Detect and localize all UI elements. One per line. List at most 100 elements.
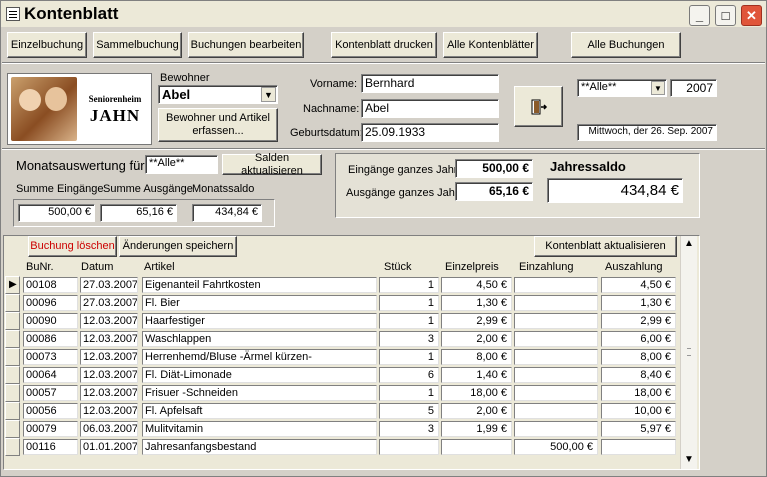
table-cell[interactable] (601, 439, 676, 455)
table-cell[interactable]: 1 (379, 295, 439, 311)
scroll-down-icon[interactable]: ▼ (681, 452, 697, 468)
table-cell[interactable]: 18,00 € (601, 385, 676, 401)
table-cell[interactable]: 1 (379, 385, 439, 401)
row-selector[interactable] (5, 402, 20, 420)
exit-button[interactable] (514, 86, 563, 127)
table-cell[interactable]: 5 (379, 403, 439, 419)
einzelbuchung-button[interactable]: Einzelbuchung (7, 32, 87, 58)
table-cell[interactable]: 27.03.2007 (80, 277, 138, 293)
table-cell[interactable]: 2,99 € (441, 313, 512, 329)
jahr-field[interactable]: 2007 (670, 79, 717, 97)
table-cell[interactable]: 12.03.2007 (80, 403, 138, 419)
close-button[interactable]: ✕ (741, 5, 762, 26)
table-cell[interactable]: 1 (379, 277, 439, 293)
alle-kontenblaetter-button[interactable]: Alle Kontenblätter (443, 32, 538, 58)
kontenblatt-drucken-button[interactable]: Kontenblatt drucken (331, 32, 437, 58)
buchungen-bearbeiten-button[interactable]: Buchungen bearbeiten (188, 32, 304, 58)
minimize-button[interactable]: _ (689, 5, 710, 26)
maximize-button[interactable]: □ (715, 5, 736, 26)
table-cell[interactable]: 18,00 € (441, 385, 512, 401)
table-cell[interactable]: 12.03.2007 (80, 349, 138, 365)
table-cell[interactable]: 4,50 € (441, 277, 512, 293)
table-cell[interactable] (514, 313, 598, 329)
row-selector[interactable] (5, 348, 20, 366)
table-cell[interactable]: 12.03.2007 (80, 331, 138, 347)
chevron-down-icon[interactable]: ▼ (651, 81, 665, 95)
table-cell[interactable] (514, 421, 598, 437)
table-cell[interactable]: 1,30 € (441, 295, 512, 311)
table-cell[interactable]: 00090 (23, 313, 78, 329)
table-cell[interactable]: 1,40 € (441, 367, 512, 383)
row-selector[interactable] (5, 312, 20, 330)
scroll-up-icon[interactable]: ▲ (681, 236, 697, 252)
monat-filter-select[interactable]: **Alle** ▼ (577, 79, 667, 97)
table-cell[interactable]: 500,00 € (514, 439, 598, 455)
table-cell[interactable]: 2,00 € (441, 403, 512, 419)
aenderungen-speichern-button[interactable]: Änderungen speichern (119, 236, 237, 257)
row-selector[interactable] (5, 438, 20, 456)
table-cell[interactable] (514, 385, 598, 401)
table-cell[interactable]: 01.01.2007 (80, 439, 138, 455)
table-cell[interactable]: 1,30 € (601, 295, 676, 311)
table-cell[interactable] (514, 277, 598, 293)
table-cell[interactable]: 00079 (23, 421, 78, 437)
geburtsdatum-field[interactable]: 25.09.1933 (361, 123, 499, 142)
table-cell[interactable]: 00056 (23, 403, 78, 419)
table-cell[interactable] (514, 331, 598, 347)
table-cell[interactable]: 3 (379, 421, 439, 437)
table-cell[interactable]: Fl. Bier (142, 295, 377, 311)
table-cell[interactable]: 1 (379, 313, 439, 329)
table-cell[interactable]: 00108 (23, 277, 78, 293)
scroll-thumb-grip[interactable] (687, 348, 691, 356)
monatsauswertung-field[interactable]: **Alle** (145, 155, 218, 174)
bewohner-erfassen-button[interactable]: Bewohner und Artikel erfassen... (158, 108, 278, 142)
table-cell[interactable]: Frisuer -Schneiden (142, 385, 377, 401)
table-cell[interactable] (514, 367, 598, 383)
table-cell[interactable]: Fl. Diät-Limonade (142, 367, 377, 383)
table-cell[interactable]: 12.03.2007 (80, 367, 138, 383)
table-cell[interactable]: 4,50 € (601, 277, 676, 293)
row-selector[interactable]: ▶ (5, 276, 20, 294)
table-cell[interactable]: 00116 (23, 439, 78, 455)
table-cell[interactable]: 8,00 € (601, 349, 676, 365)
table-cell[interactable]: 2,00 € (441, 331, 512, 347)
table-cell[interactable]: Waschlappen (142, 331, 377, 347)
sammelbuchung-button[interactable]: Sammelbuchung (93, 32, 182, 58)
bewohner-select[interactable]: Abel ▼ (158, 85, 278, 104)
vertical-scrollbar[interactable]: ▲ ▼ (680, 236, 697, 469)
table-cell[interactable]: Jahresanfangsbestand (142, 439, 377, 455)
table-cell[interactable]: 00086 (23, 331, 78, 347)
table-cell[interactable]: 2,99 € (601, 313, 676, 329)
table-cell[interactable]: 00057 (23, 385, 78, 401)
table-cell[interactable]: Haarfestiger (142, 313, 377, 329)
table-cell[interactable]: Mulitvitamin (142, 421, 377, 437)
vorname-field[interactable]: Bernhard (361, 74, 499, 93)
table-cell[interactable]: 27.03.2007 (80, 295, 138, 311)
row-selector[interactable] (5, 366, 20, 384)
nachname-field[interactable]: Abel (361, 99, 499, 118)
salden-aktualisieren-button[interactable]: Salden aktualisieren (222, 152, 322, 177)
table-cell[interactable]: 12.03.2007 (80, 313, 138, 329)
table-cell[interactable]: 00096 (23, 295, 78, 311)
table-cell[interactable]: Herrenhemd/Bluse -Ärmel kürzen- (142, 349, 377, 365)
buchung-loeschen-button[interactable]: Buchung löschen (28, 236, 117, 257)
table-cell[interactable]: 5,97 € (601, 421, 676, 437)
table-cell[interactable] (514, 295, 598, 311)
table-cell[interactable]: 3 (379, 331, 439, 347)
alle-buchungen-button[interactable]: Alle Buchungen (571, 32, 681, 58)
table-cell[interactable]: 00064 (23, 367, 78, 383)
row-selector[interactable] (5, 330, 20, 348)
kontenblatt-aktualisieren-button[interactable]: Kontenblatt aktualisieren (534, 236, 677, 257)
table-cell[interactable]: Fl. Apfelsaft (142, 403, 377, 419)
row-selector[interactable] (5, 384, 20, 402)
table-cell[interactable]: 10,00 € (601, 403, 676, 419)
table-cell[interactable]: 1,99 € (441, 421, 512, 437)
table-cell[interactable]: 06.03.2007 (80, 421, 138, 437)
table-cell[interactable]: Eigenanteil Fahrtkosten (142, 277, 377, 293)
table-cell[interactable]: 8,00 € (441, 349, 512, 365)
table-cell[interactable]: 1 (379, 349, 439, 365)
table-cell[interactable] (379, 439, 439, 455)
table-cell[interactable]: 00073 (23, 349, 78, 365)
table-cell[interactable]: 12.03.2007 (80, 385, 138, 401)
table-cell[interactable] (514, 403, 598, 419)
